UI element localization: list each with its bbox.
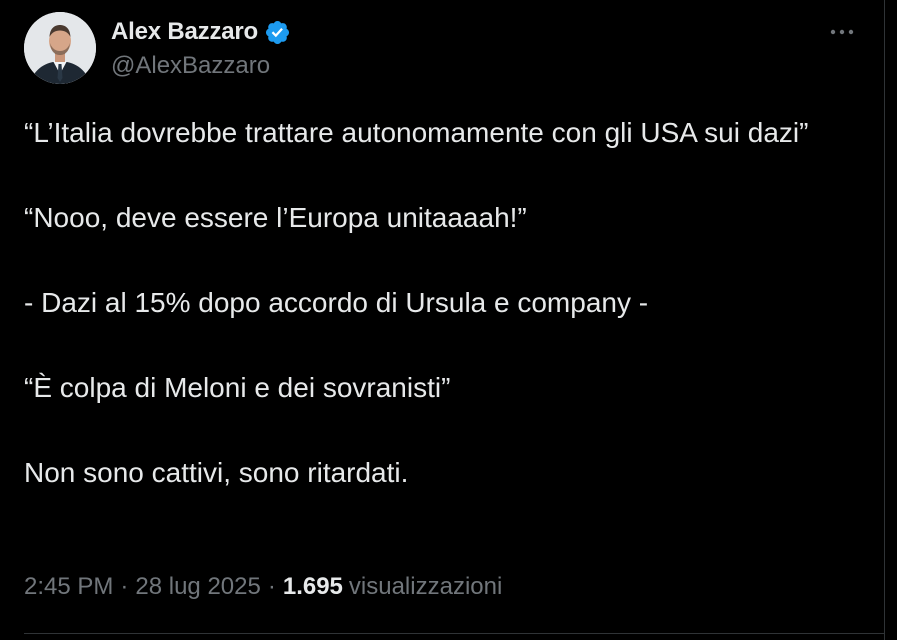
tweet-date[interactable]: 28 lug 2025 bbox=[135, 573, 260, 601]
column-border-right bbox=[884, 0, 885, 640]
tweet-paragraph: “È colpa di Meloni e dei sovranisti” bbox=[24, 372, 451, 403]
tweet-paragraph: “L’Italia dovrebbe trattare autonomament… bbox=[24, 117, 809, 148]
views-label[interactable]: visualizzazioni bbox=[349, 573, 502, 601]
avatar-image bbox=[24, 12, 96, 84]
tweet-paragraph: Non sono cattivi, sono ritardati. bbox=[24, 457, 409, 488]
views-count[interactable]: 1.695 bbox=[283, 573, 343, 601]
author-handle[interactable]: @AlexBazzaro bbox=[111, 52, 270, 80]
tweet-paragraph: - Dazi al 15% dopo accordo di Ursula e c… bbox=[24, 287, 649, 318]
author-display-name[interactable]: Alex Bazzaro bbox=[111, 18, 258, 46]
meta-separator: · bbox=[267, 573, 276, 600]
more-options-button[interactable] bbox=[822, 18, 862, 46]
more-horizontal-icon bbox=[830, 29, 854, 35]
tweet-text: “L’Italia dovrebbe trattare autonomament… bbox=[24, 112, 854, 493]
tweet-time[interactable]: 2:45 PM bbox=[24, 573, 113, 601]
divider bbox=[24, 633, 884, 634]
avatar[interactable] bbox=[24, 12, 96, 84]
verified-badge-icon[interactable] bbox=[264, 19, 291, 46]
tweet-paragraph: “Nooo, deve essere l’Europa unitaaaah!” bbox=[24, 202, 527, 233]
tweet-metadata: 2:45 PM · 28 lug 2025 · 1.695 visualizza… bbox=[24, 571, 502, 603]
author-name-row: Alex Bazzaro bbox=[111, 16, 291, 48]
meta-separator: · bbox=[120, 573, 129, 600]
